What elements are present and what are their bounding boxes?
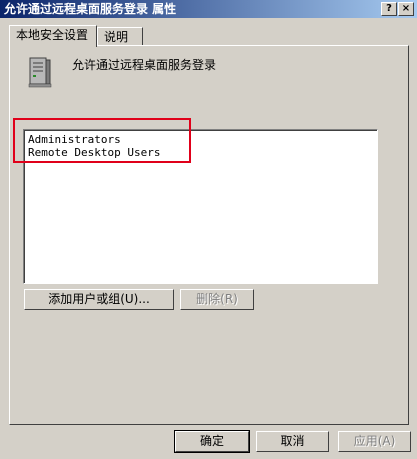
tab-local-security-setting[interactable]: 本地安全设置	[9, 25, 97, 47]
close-button[interactable]: ×	[398, 2, 414, 16]
policy-title: 允许通过远程桌面服务登录	[72, 58, 217, 72]
annotation-highlight-box	[13, 118, 191, 163]
tab-explain[interactable]: 说明	[97, 27, 143, 46]
apply-button[interactable]: 应用(A)	[338, 431, 411, 452]
window-title: 允许通过远程桌面服务登录 属性	[4, 2, 177, 16]
server-icon	[28, 57, 52, 88]
title-bar[interactable]: 允许通过远程桌面服务登录 属性 ? ×	[0, 0, 417, 18]
help-button[interactable]: ?	[381, 2, 397, 16]
remove-button[interactable]: 删除(R)	[180, 289, 254, 310]
cancel-button[interactable]: 取消	[256, 431, 329, 452]
add-user-or-group-button[interactable]: 添加用户或组(U)...	[24, 289, 174, 310]
ok-button[interactable]: 确定	[174, 430, 250, 453]
